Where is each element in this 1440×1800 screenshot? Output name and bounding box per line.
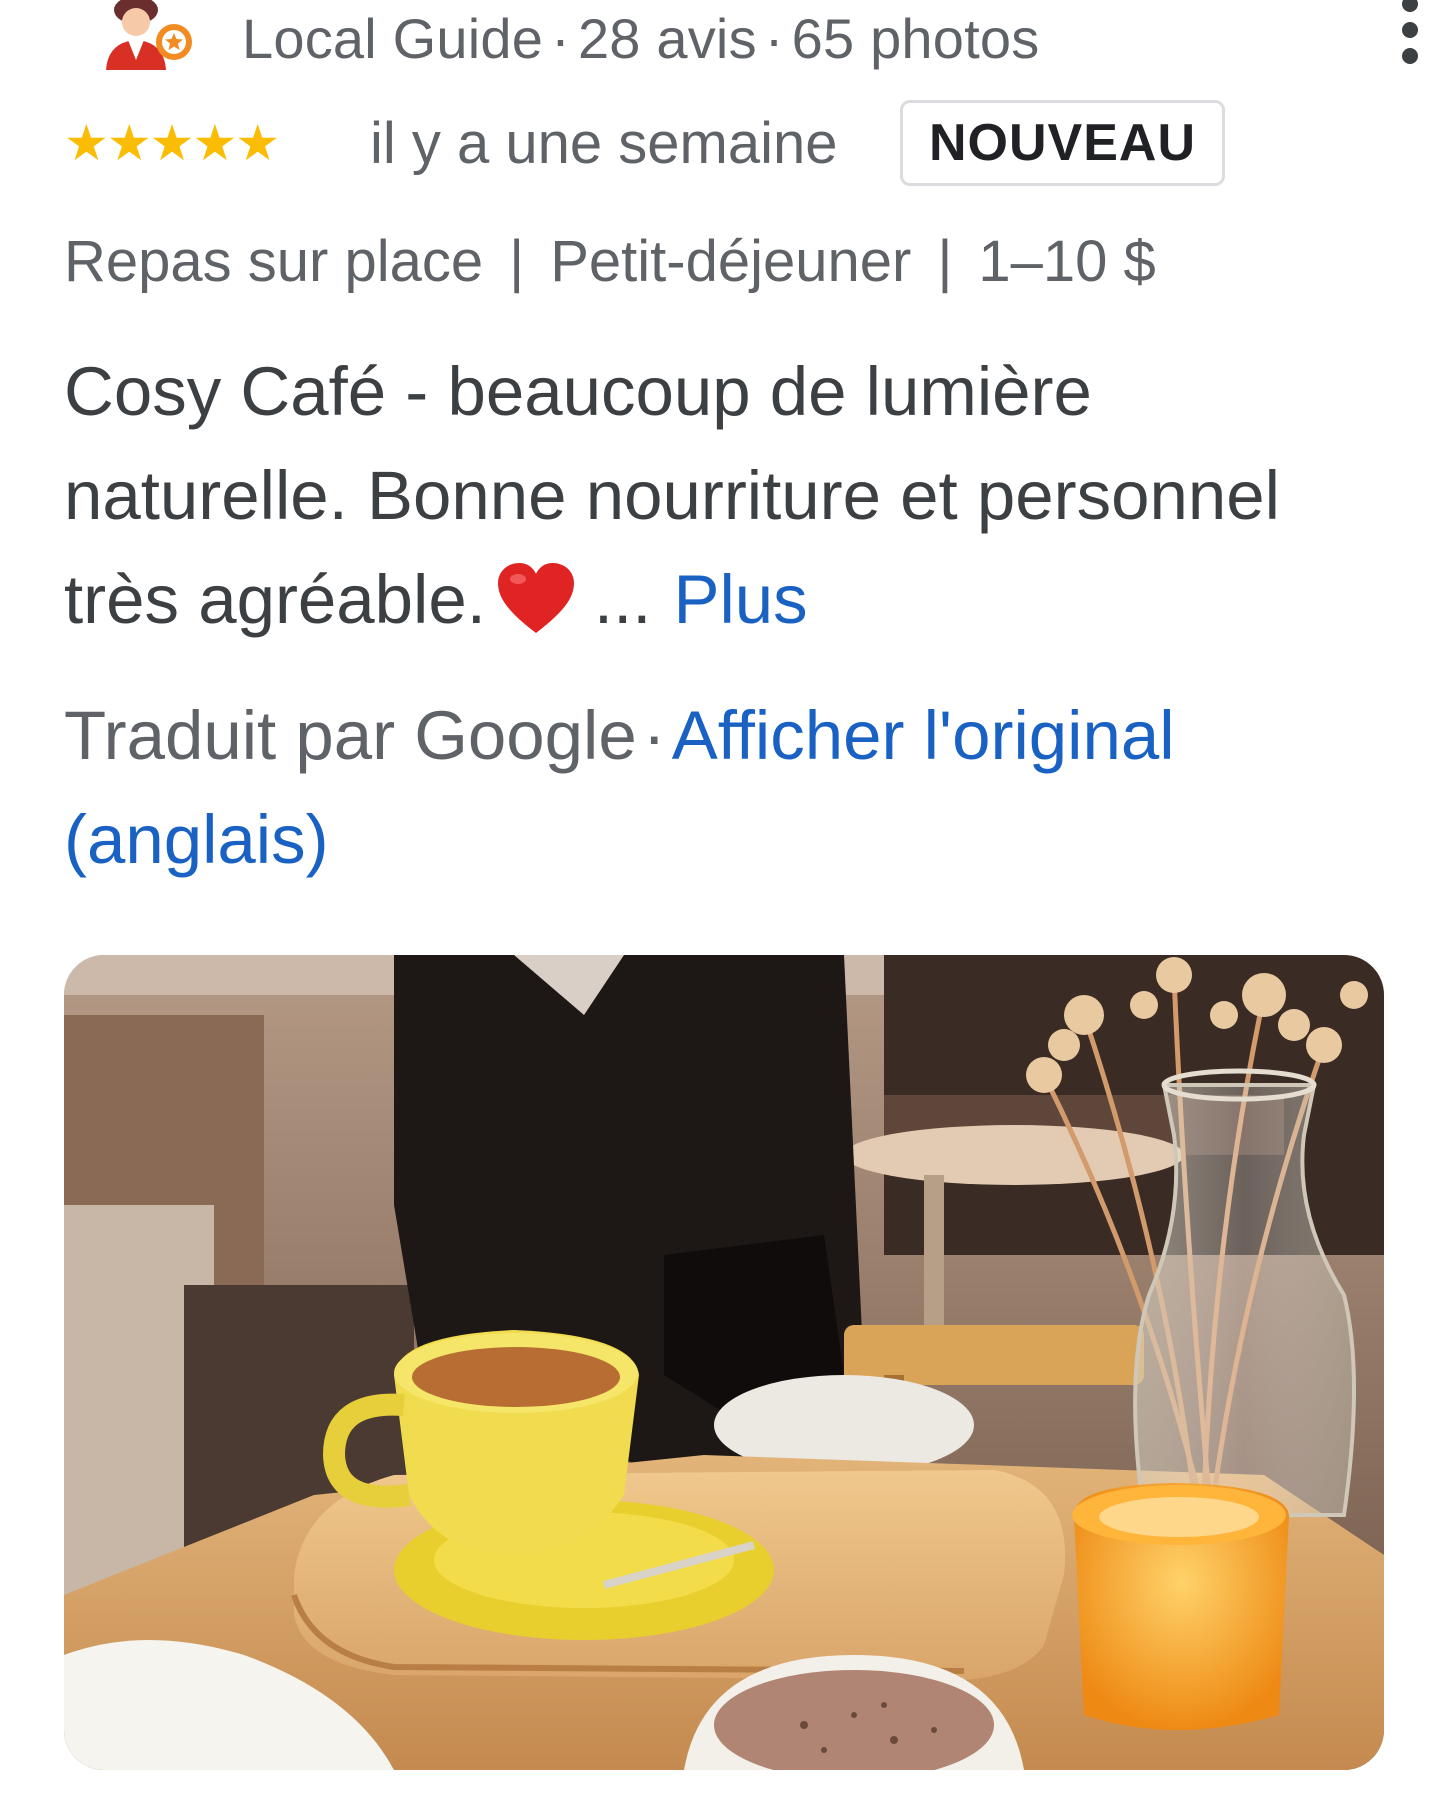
meta-separator: ·	[551, 7, 570, 70]
review-count: 28 avis	[577, 7, 757, 70]
translated-label: Traduit par Google	[64, 697, 637, 774]
tag-dine-in: Repas sur place	[64, 229, 484, 294]
review-card: Local Guide · 28 avis · 65 photos ★★★★★ il y…	[0, 0, 1440, 1800]
review-date: il y a une semaine	[370, 111, 838, 176]
review-header: Local Guide · 28 avis · 65 photos	[80, 0, 1418, 90]
tag-meal-type: Petit-déjeuner	[550, 229, 912, 294]
rating-line: ★★★★★ il y a une semaine NOUVEAU	[64, 100, 1364, 188]
review-tags: Repas sur place | Petit-déjeuner | 1–10 $	[64, 228, 1156, 295]
local-guide-label[interactable]: Local Guide	[242, 7, 543, 70]
translation-note: Traduit par Google·Afficher l'original (…	[64, 684, 1384, 892]
more-link[interactable]: Plus	[673, 561, 807, 638]
local-guide-avatar-icon	[106, 0, 192, 70]
tag-separator: |	[509, 229, 525, 294]
tag-price: 1–10 $	[978, 229, 1156, 294]
review-photo[interactable]	[64, 955, 1384, 1770]
tag-separator: |	[937, 229, 953, 294]
meta-separator: ·	[764, 7, 784, 70]
review-text: Cosy Café - beaucoup de lumière naturell…	[64, 340, 1384, 666]
star-rating: ★★★★★	[64, 115, 280, 171]
heart-icon	[496, 561, 576, 666]
avatar[interactable]	[88, 0, 198, 70]
review-body: Cosy Café - beaucoup de lumière naturell…	[64, 353, 1280, 638]
cafe-photo-image	[64, 955, 1384, 1770]
new-badge: NOUVEAU	[900, 100, 1226, 186]
truncation-ellipsis: ...	[593, 561, 652, 638]
translation-separator: ·	[642, 697, 666, 774]
photo-count: 65 photos	[791, 7, 1040, 70]
author-meta: Local Guide · 28 avis · 65 photos	[242, 6, 1039, 71]
more-vertical-icon[interactable]	[1380, 0, 1440, 70]
